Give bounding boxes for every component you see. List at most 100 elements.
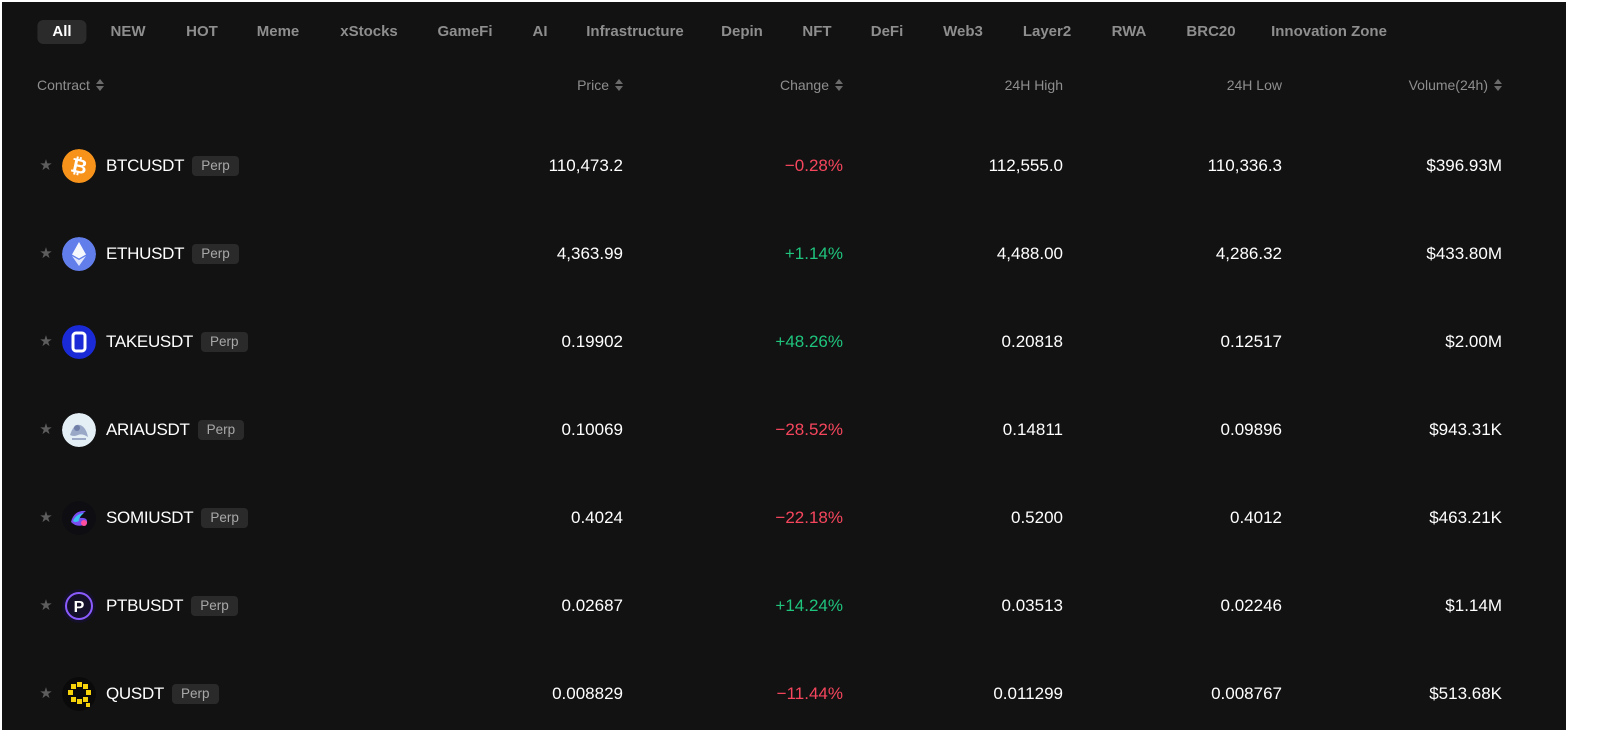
contract-symbol: BTCUSDT	[106, 156, 185, 175]
perp-badge: Perp	[201, 508, 248, 528]
tab-depin[interactable]: Depin	[707, 20, 777, 44]
volume-cell: $2.00M	[1445, 332, 1502, 351]
column-header-contract[interactable]: Contract	[37, 74, 104, 94]
contract-cell[interactable]: ARIAUSDT Perp	[106, 418, 245, 442]
ethereum-icon	[62, 237, 96, 271]
column-header-price[interactable]: Price	[577, 74, 623, 94]
volume-cell: $433.80M	[1426, 244, 1502, 263]
contract-cell[interactable]: PTBUSDT Perp	[106, 594, 238, 618]
sort-icon[interactable]	[615, 78, 623, 92]
header-label: Volume(24h)	[1408, 77, 1488, 94]
low-cell: 0.02246	[1220, 596, 1282, 615]
contract-cell[interactable]: ETHUSDT Perp	[106, 242, 239, 266]
tab-innovation-zone[interactable]: Innovation Zone	[1257, 20, 1401, 44]
favorite-star-icon[interactable]: ★	[38, 510, 54, 526]
contract-cell[interactable]: BTCUSDT Perp	[106, 154, 239, 178]
volume-cell: $463.21K	[1429, 508, 1502, 527]
aria-icon	[62, 413, 96, 447]
column-header-24h-high: 24H High	[1005, 74, 1063, 94]
header-label: 24H High	[1004, 77, 1063, 94]
perp-badge: Perp	[197, 420, 245, 440]
perp-badge: Perp	[191, 596, 238, 616]
low-cell: 110,336.3	[1207, 156, 1282, 175]
contract-cell[interactable]: SOMIUSDT Perp	[106, 506, 248, 530]
sort-icon[interactable]	[835, 78, 843, 92]
tab-brc20[interactable]: BRC20	[1172, 20, 1249, 44]
price-cell: 110,473.2	[548, 156, 623, 175]
table-row[interactable]: ★ ARIAUSDT Perp 0.10069 −28.52% 0.14811 0…	[2, 410, 1566, 450]
contract-cell[interactable]: TAKEUSDT Perp	[106, 330, 248, 354]
contract-symbol: ETHUSDT	[106, 244, 185, 263]
price-cell: 4,363.99	[556, 244, 623, 263]
change-cell: −11.44%	[776, 684, 843, 703]
volume-cell: $513.68K	[1429, 684, 1502, 703]
low-cell: 0.09896	[1220, 420, 1282, 439]
contract-symbol: TAKEUSDT	[106, 332, 194, 351]
tab-hot[interactable]: HOT	[172, 20, 232, 44]
table-row[interactable]: ★ TAKEUSDT Perp 0.19902 +48.26% 0.20818 0…	[2, 322, 1566, 362]
tab-all[interactable]: All	[37, 20, 87, 44]
perp-badge: Perp	[192, 156, 239, 176]
table-row[interactable]: ★ P PTBUSDT Perp 0.02687 +14.24% 0.03513 …	[2, 586, 1566, 626]
tab-gamefi[interactable]: GameFi	[423, 20, 506, 44]
favorite-star-icon[interactable]: ★	[38, 686, 54, 702]
change-cell: −28.52%	[775, 420, 843, 439]
perp-badge: Perp	[201, 332, 248, 352]
contract-cell[interactable]: QUSDT Perp	[106, 682, 219, 706]
sort-icon[interactable]	[1494, 78, 1502, 92]
change-cell: +14.24%	[775, 596, 843, 615]
perp-badge: Perp	[192, 244, 239, 264]
table-row[interactable]: ★ SOMIUSDT Perp 0.4024 −22.18% 0.5200 0.4…	[2, 498, 1566, 538]
header-label: 24H Low	[1226, 77, 1282, 94]
tab-layer2[interactable]: Layer2	[1009, 20, 1085, 44]
price-cell: 0.19902	[561, 332, 623, 351]
tab-meme[interactable]: Meme	[243, 20, 314, 44]
change-cell: +48.26%	[775, 332, 843, 351]
price-cell: 0.10069	[561, 420, 623, 439]
q-icon	[62, 677, 96, 711]
ptb-icon: P	[62, 589, 96, 623]
table-row[interactable]: ★ QUSDT Perp 0.008829 −11.44% 0.011299 0.…	[2, 674, 1566, 714]
perp-badge: Perp	[172, 684, 219, 704]
high-cell: 0.20818	[1001, 332, 1063, 351]
tab-defi[interactable]: DeFi	[857, 20, 918, 44]
price-cell: 0.4024	[571, 508, 623, 527]
tab-xstocks[interactable]: xStocks	[326, 20, 412, 44]
high-cell: 0.011299	[993, 684, 1063, 703]
table-row[interactable]: ★ ₿ BTCUSDT Perp 110,473.2 −0.28% 112,555…	[2, 146, 1566, 186]
tab-infrastructure[interactable]: Infrastructure	[572, 20, 698, 44]
contract-symbol: PTBUSDT	[106, 596, 184, 615]
header-label: Contract	[37, 77, 90, 94]
column-header-volume[interactable]: Volume(24h)	[1409, 74, 1502, 94]
volume-cell: $396.93M	[1426, 156, 1502, 175]
contract-symbol: QUSDT	[106, 684, 165, 703]
favorite-star-icon[interactable]: ★	[38, 422, 54, 438]
svg-text:P: P	[74, 599, 85, 616]
tab-rwa[interactable]: RWA	[1098, 20, 1161, 44]
price-cell: 0.02687	[561, 596, 623, 615]
low-cell: 4,286.32	[1215, 244, 1282, 263]
volume-cell: $943.31K	[1429, 420, 1502, 439]
market-panel: All NEW HOT Meme xStocks GameFi AI Infra…	[2, 2, 1566, 730]
high-cell: 0.14811	[1002, 420, 1063, 439]
change-cell: −22.18%	[775, 508, 843, 527]
tab-web3[interactable]: Web3	[929, 20, 997, 44]
sort-icon[interactable]	[95, 78, 104, 92]
tab-new[interactable]: NEW	[97, 20, 160, 44]
favorite-star-icon[interactable]: ★	[38, 598, 54, 614]
contract-symbol: ARIAUSDT	[106, 420, 190, 439]
change-cell: −0.28%	[784, 156, 843, 175]
high-cell: 0.5200	[1011, 508, 1063, 527]
favorite-star-icon[interactable]: ★	[38, 158, 54, 174]
price-cell: 0.008829	[552, 684, 623, 703]
tab-ai[interactable]: AI	[519, 20, 562, 44]
tab-nft[interactable]: NFT	[788, 20, 845, 44]
table-row[interactable]: ★ ETHUSDT Perp 4,363.99 +1.14% 4,488.00 4…	[2, 234, 1566, 274]
high-cell: 4,488.00	[996, 244, 1063, 263]
favorite-star-icon[interactable]: ★	[38, 334, 54, 350]
low-cell: 0.4012	[1230, 508, 1282, 527]
take-icon	[62, 325, 96, 359]
column-header-change[interactable]: Change	[780, 74, 843, 94]
bitcoin-icon: ₿	[62, 149, 96, 183]
favorite-star-icon[interactable]: ★	[38, 246, 54, 262]
